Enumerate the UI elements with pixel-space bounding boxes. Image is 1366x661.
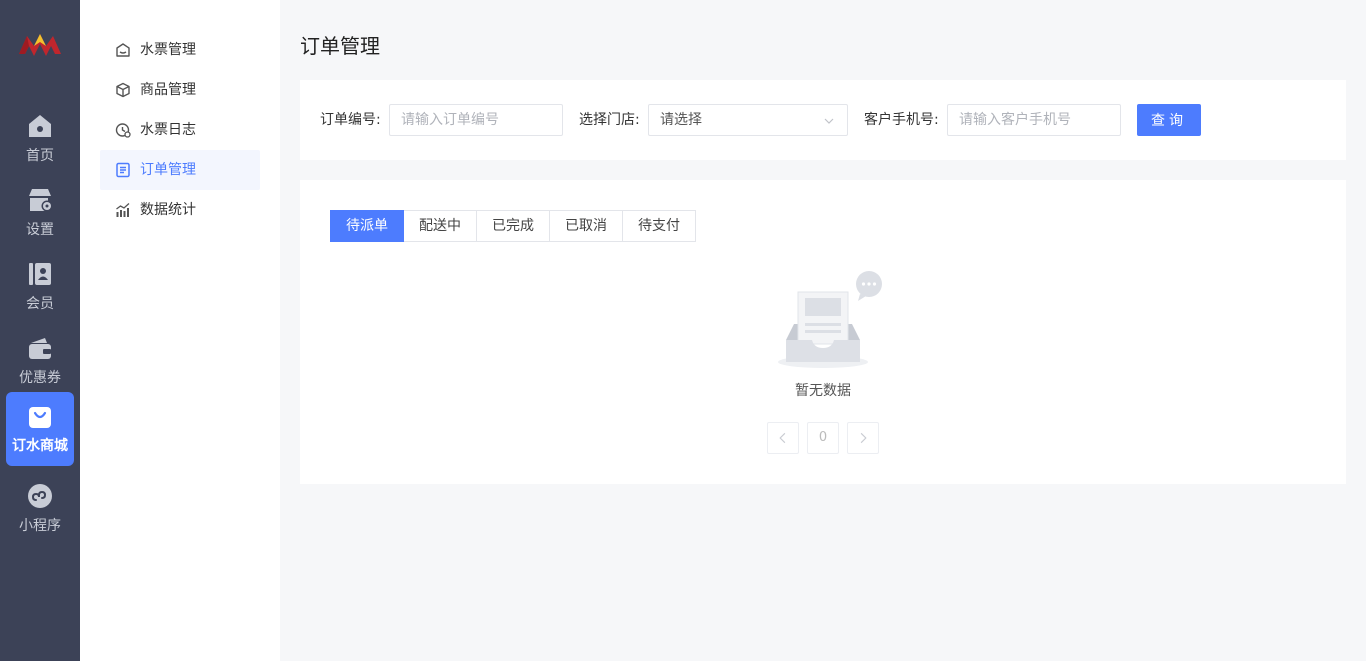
store-select-value: 请选择: [660, 112, 702, 128]
rail-item-label: 会员: [26, 296, 54, 312]
page-number-label: 0: [818, 430, 828, 445]
order-list-panel: 待派单 配送中 已完成 已取消 待支付 暂无数据 0: [300, 180, 1346, 484]
rail-item-label: 设置: [26, 222, 54, 238]
shopping-bag-icon: [29, 407, 51, 428]
rail-item-settings[interactable]: 设置: [6, 178, 74, 250]
submenu-item-goods[interactable]: 商品管理: [100, 70, 260, 110]
rail-item-member[interactable]: 会员: [6, 252, 74, 324]
pagination: 0: [767, 422, 879, 454]
rail-item-label: 小程序: [19, 518, 61, 534]
mini-program-icon: [28, 484, 52, 508]
submenu-item-label: 水票管理: [140, 42, 196, 58]
store-select[interactable]: 请选择: [648, 104, 848, 136]
wallet-icon: [29, 338, 51, 359]
submenu-item-label: 水票日志: [140, 122, 196, 138]
submenu-item-statistics[interactable]: 数据统计: [100, 190, 260, 230]
order-status-tabs: 待派单 配送中 已完成 已取消 待支付: [330, 210, 696, 242]
empty-inbox-icon: [778, 271, 882, 368]
rail-item-mini-program[interactable]: 小程序: [6, 474, 74, 546]
brand-logo[interactable]: [17, 30, 63, 60]
rail-item-label: 优惠券: [19, 370, 61, 386]
rail-item-label: 首页: [26, 148, 54, 164]
clock-log-icon: [115, 123, 131, 138]
order-list-icon: [116, 162, 130, 178]
submenu-item-label: 数据统计: [140, 202, 196, 218]
tab-completed[interactable]: 已完成: [477, 210, 550, 242]
rail-item-coupon[interactable]: 优惠券: [6, 326, 74, 398]
page-title: 订单管理: [300, 34, 380, 58]
chevron-left-icon: [779, 432, 786, 444]
next-page-button[interactable]: [847, 422, 879, 454]
empty-state-text: 暂无数据: [795, 383, 851, 399]
rail-item-label: 订水商城: [12, 438, 68, 454]
order-no-input[interactable]: [389, 104, 563, 136]
tab-cancelled[interactable]: 已取消: [550, 210, 623, 242]
rail-item-water-mall[interactable]: 订水商城: [6, 392, 74, 466]
submenu-item-water-ticket[interactable]: 水票管理: [100, 30, 260, 70]
phone-input[interactable]: [947, 104, 1121, 136]
store-label: 选择门店:: [579, 112, 640, 128]
chevron-down-icon: [824, 118, 834, 124]
sub-menu: 水票管理 商品管理 水票日志 订单管理 数据统计: [80, 0, 280, 661]
submenu-item-label: 商品管理: [140, 82, 196, 98]
tab-pending-dispatch[interactable]: 待派单: [330, 210, 404, 242]
chart-icon: [116, 203, 130, 217]
tab-delivering[interactable]: 配送中: [404, 210, 477, 242]
member-card-icon: [29, 263, 51, 285]
tab-pending-payment[interactable]: 待支付: [623, 210, 696, 242]
chevron-right-icon: [860, 432, 867, 444]
submenu-item-order-manage[interactable]: 订单管理: [100, 150, 260, 190]
store-settings-icon: [29, 189, 53, 212]
query-button[interactable]: 查询: [1137, 104, 1201, 136]
box-icon: [116, 82, 130, 98]
order-no-label: 订单编号:: [320, 112, 381, 128]
ticket-icon: [116, 43, 130, 57]
phone-label: 客户手机号:: [864, 112, 939, 128]
submenu-item-ticket-log[interactable]: 水票日志: [100, 110, 260, 150]
filter-panel: 订单编号: 选择门店: 请选择 客户手机号: 查询: [300, 80, 1346, 160]
main-nav-rail: 首页 设置 会员 优惠券 订水商城 小程序: [0, 0, 80, 661]
rail-item-home[interactable]: 首页: [6, 104, 74, 176]
page-number[interactable]: 0: [807, 422, 839, 454]
home-icon: [29, 115, 51, 137]
submenu-item-label: 订单管理: [140, 162, 196, 178]
prev-page-button[interactable]: [767, 422, 799, 454]
